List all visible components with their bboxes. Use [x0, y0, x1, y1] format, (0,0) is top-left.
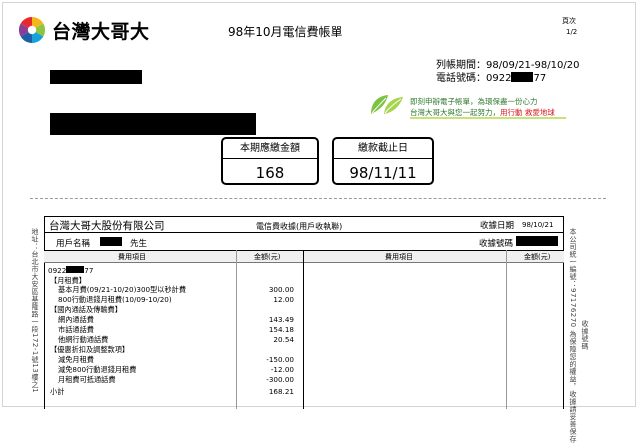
line-item-label: 網內通話費 [58, 315, 94, 324]
due-date-value: 98/11/11 [349, 164, 417, 182]
page-number: 1/2 [566, 28, 578, 36]
receipt-date-label: 收據日期 [480, 221, 515, 231]
line-item-amount: 300.00 [268, 285, 294, 294]
line-item-amount: -300.00 [266, 375, 294, 384]
line-item-label: 市話通話費 [58, 325, 94, 334]
section-discounts: 【優惠折扣及調整款項】 [50, 345, 130, 354]
green-leaf-icon [371, 95, 403, 114]
amount-due-label: 本期應繳金額 [223, 139, 317, 159]
line-item-label: 減免月租費 [58, 355, 94, 364]
subtotal-label: 小計 [50, 387, 65, 396]
line-item-amount: 20.54 [273, 335, 294, 344]
amount-due-value: 168 [255, 164, 285, 182]
due-date-label: 繳款截止日 [334, 139, 432, 159]
customer-name-suffix: 先生 [130, 239, 148, 249]
receipt-type: 電信費收據(用戶收執聯) [256, 222, 343, 231]
phone-number: 電話號碼：0922 77 [436, 69, 546, 84]
subtotal-amount: 168.21 [268, 387, 294, 396]
receipt-phone-prefix: 0922 [48, 266, 67, 275]
page-label: 頁次 [562, 17, 576, 25]
column-divider [303, 250, 304, 409]
col-amount-header-right: 金額(元) [524, 253, 551, 261]
redacted-customer-name [100, 237, 122, 246]
column-divider [506, 250, 507, 409]
col-item-header-right: 費用項目 [385, 253, 413, 261]
line-item-label: 減免800行動退錢月租費 [58, 365, 137, 374]
col-item-header-left: 費用項目 [118, 253, 146, 261]
redacted-recipient-address [50, 113, 256, 135]
receipt-note-vertical: 本公司統一編號：97176270 為保障您的權益，收據請妥善保存 [569, 228, 577, 443]
line-item-amount: -150.00 [266, 355, 294, 364]
line-item-amount: 154.18 [268, 325, 294, 334]
rainbow-globe-icon [18, 16, 46, 44]
col-amount-header-left: 金額(元) [254, 253, 281, 261]
amount-due-box: 本期應繳金額 168 [221, 137, 319, 185]
ebill-banner-prefix: 台灣大哥大與您一起努力， [410, 108, 500, 117]
receipt-number-vertical: 收據號碼 [581, 320, 589, 350]
column-divider [236, 250, 237, 409]
redacted-receipt-number [516, 236, 558, 246]
company-address-vertical: 地址：台北市大安區基隆路一段172-1號13樓之1 [31, 228, 39, 394]
phone-label: 電話號碼： [436, 73, 486, 84]
customer-name-label: 用戶名稱 [56, 239, 91, 249]
brand-name: 台灣大哥大 [52, 21, 150, 43]
line-item-label: 基本月費(09/21-10/20)300型以秒計費 [58, 285, 187, 294]
receipt-phone: 0922 77 [48, 266, 93, 275]
due-date-box: 繳款截止日 98/11/11 [332, 137, 434, 185]
line-item-amount: 12.00 [273, 295, 294, 304]
redacted-recipient-name [50, 70, 142, 84]
section-monthly-fee: 【月租費】 [50, 276, 86, 285]
ebill-banner-underline [410, 117, 566, 119]
section-domestic-calls: 【國內通話及傳輸費】 [50, 305, 122, 314]
line-item-amount: -12.00 [270, 365, 294, 374]
receipt-date: 98/10/21 [522, 221, 554, 229]
line-item-label: 他網行動通話費 [58, 335, 109, 344]
phone-prefix: 0922 [486, 73, 512, 84]
receipt-number-label: 收據號碼 [479, 239, 514, 249]
line-item-label: 月租費可抵通話費 [58, 375, 116, 384]
ebill-banner-line1: 即刻申辦電子帳單，為環保盡一份心力 [410, 97, 538, 106]
phone-suffix: 77 [533, 73, 547, 84]
receipt-divider [44, 262, 564, 263]
line-item-amount: 143.49 [268, 315, 294, 324]
company-name: 台灣大哥大股份有限公司 [49, 220, 165, 232]
ebill-banner-highlight: 用行動 救愛地球 [500, 108, 555, 117]
redacted-phone-digits [511, 72, 534, 82]
bill-title: 98年10月電信費帳單 [228, 25, 343, 39]
receipt-phone-suffix: 77 [84, 266, 94, 275]
receipt-divider [44, 232, 564, 233]
redacted-receipt-phone-digits [66, 266, 85, 273]
line-item-label: 800行動退錢月租費(10/09-10/20) [58, 295, 172, 304]
cut-line [30, 198, 606, 199]
